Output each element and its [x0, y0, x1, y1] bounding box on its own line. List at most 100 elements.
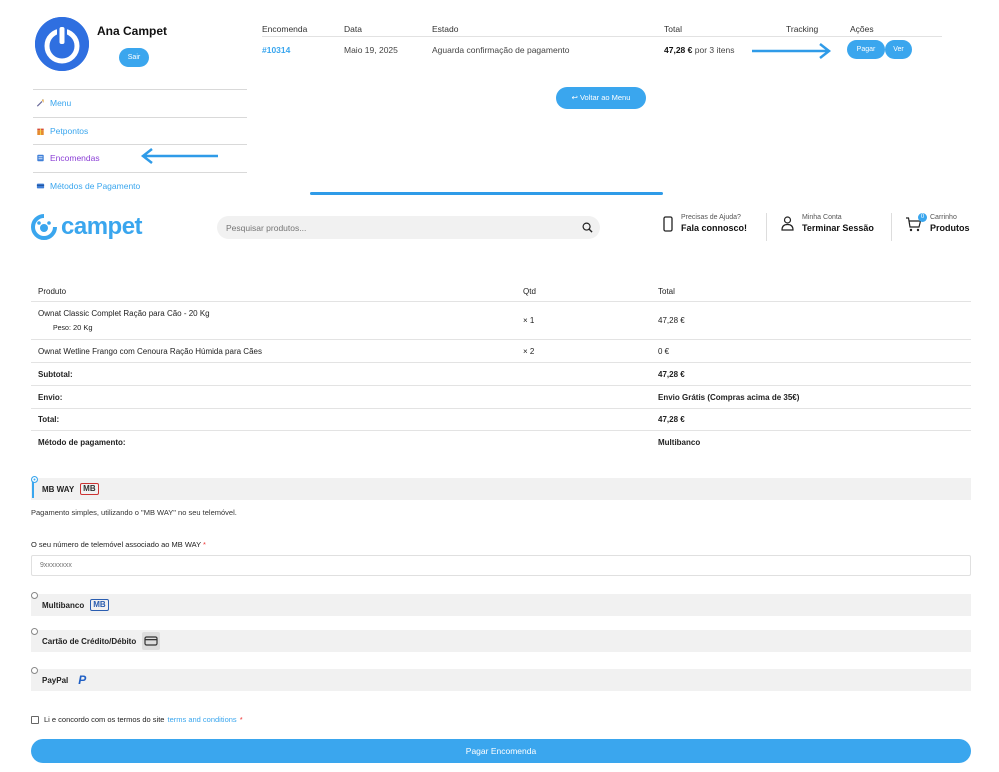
- summary-label: Envio:: [38, 392, 63, 402]
- summary-row-payment-method: Método de pagamento: Multibanco: [31, 431, 971, 453]
- order-status: Aguarda confirmação de pagamento: [432, 45, 570, 55]
- payment-label: Multibanco: [42, 600, 85, 610]
- product-total: 0 €: [658, 346, 670, 356]
- summary-value: Multibanco: [658, 437, 701, 447]
- annotation-arrow-left: [140, 148, 218, 164]
- pay-button[interactable]: Pagar: [847, 40, 885, 59]
- help-contact[interactable]: Precisas de Ajuda? Fala connosco!: [663, 214, 747, 233]
- payment-option-mbway[interactable]: MB WAY MB: [31, 476, 971, 500]
- column-header: Encomenda: [262, 24, 308, 34]
- payment-option-card[interactable]: Cartão de Crédito/Débito: [31, 628, 971, 652]
- summary-value: 47,28 €: [658, 415, 685, 424]
- sidebar-item-petpontos[interactable]: Petpontos: [33, 116, 247, 145]
- payment-label: MB WAY: [42, 484, 75, 494]
- header-separator: [891, 213, 892, 241]
- paypal-logo-icon: P: [78, 673, 87, 687]
- payment-radio-mbway[interactable]: [31, 476, 38, 483]
- sidebar-item-label: Petpontos: [50, 125, 89, 136]
- payment-option-multibanco[interactable]: Multibanco MB: [31, 592, 971, 616]
- paw-logo-icon: [31, 214, 57, 240]
- product-qty: × 1: [523, 316, 535, 325]
- site-logo[interactable]: campet: [31, 213, 143, 241]
- summary-value: 47,28 €: [658, 369, 685, 379]
- payment-radio-paypal[interactable]: [31, 667, 38, 674]
- logout-link: Terminar Sessão: [802, 223, 874, 233]
- account-caption: Minha Conta: [802, 214, 842, 221]
- summary-row-subtotal: Subtotal: 47,28 €: [31, 363, 971, 386]
- order-total-suffix: por 3 itens: [694, 45, 735, 55]
- column-header: Total: [658, 286, 675, 296]
- summary-label: Método de pagamento:: [38, 437, 126, 447]
- search-icon[interactable]: [582, 222, 593, 233]
- help-caption: Precisas de Ajuda?: [681, 214, 741, 221]
- payment-option-paypal[interactable]: PayPal P: [31, 667, 971, 691]
- phone-field-label-text: O seu número de telemóvel associado ao M…: [31, 540, 201, 549]
- sidebar-item-payment-methods[interactable]: Métodos de Pagamento: [33, 171, 247, 200]
- power-icon: [35, 17, 89, 71]
- gift-icon: [37, 128, 44, 135]
- account-link[interactable]: Minha Conta Terminar Sessão: [781, 214, 874, 233]
- header-separator: [766, 213, 767, 241]
- terms-link[interactable]: terms and conditions: [167, 715, 236, 724]
- mbway-logo-icon: MB: [80, 483, 99, 495]
- terms-checkbox[interactable]: [31, 715, 39, 724]
- logo-text: campet: [61, 213, 143, 240]
- table-row: Ownat Classic Complet Ração para Cão - 2…: [31, 302, 971, 340]
- product-meta: Peso: 20 Kg: [38, 323, 523, 332]
- column-header: Data: [344, 24, 362, 34]
- payment-label: PayPal: [42, 675, 69, 685]
- logout-button[interactable]: Sair: [119, 48, 149, 67]
- account-sidebar: Menu Petpontos Encomendas Métodos de Pag…: [33, 89, 247, 199]
- search-input[interactable]: [217, 216, 557, 239]
- order-number-link[interactable]: #10314: [262, 45, 344, 55]
- order-total-amount: 47,28 €: [664, 45, 693, 55]
- product-name: Ownat Wetline Frango com Cenoura Ração H…: [38, 346, 262, 356]
- payment-radio-multibanco[interactable]: [31, 592, 38, 599]
- product-total: 47,28 €: [658, 316, 685, 325]
- table-row: #10314 Maio 19, 2025 Aguarda confirmação…: [262, 37, 942, 63]
- payment-label: Cartão de Crédito/Débito: [42, 636, 137, 646]
- terms-agreement[interactable]: Li e concordo com os termos do site term…: [31, 715, 243, 724]
- payment-radio-card[interactable]: [31, 628, 38, 635]
- orders-table: Encomenda Data Estado Total Tracking Açõ…: [262, 22, 942, 63]
- column-header: Ações: [850, 24, 874, 34]
- phone-field-label: O seu número de telemóvel associado ao M…: [31, 540, 206, 549]
- orders-icon: [37, 155, 44, 162]
- search-bar[interactable]: [217, 216, 600, 239]
- product-name: Ownat Classic Complet Ração para Cão - 2…: [38, 309, 210, 318]
- summary-label: Subtotal:: [38, 369, 73, 379]
- cart-caption: Carrinho: [930, 214, 957, 221]
- orders-table-header: Encomenda Data Estado Total Tracking Açõ…: [262, 22, 942, 37]
- summary-label: Total:: [38, 415, 60, 424]
- product-meta-label: Peso:: [53, 325, 71, 332]
- sidebar-item-menu[interactable]: Menu: [33, 89, 247, 117]
- divider-line: [310, 192, 663, 195]
- annotation-arrow-right: [752, 43, 832, 59]
- product-qty: × 2: [523, 346, 535, 356]
- phone-field[interactable]: [31, 555, 971, 576]
- column-header: Qtd: [523, 286, 536, 296]
- summary-value: Envio Grátis (Compras acima de 35€): [658, 392, 800, 402]
- account-name: Ana Campet: [97, 24, 168, 38]
- sidebar-item-label: Encomendas: [50, 153, 100, 164]
- cart-count-badge: 0: [918, 212, 927, 222]
- cart-link[interactable]: 0 Carrinho Produtos: [905, 212, 970, 233]
- avatar: [35, 17, 89, 71]
- back-to-menu-button[interactable]: ↩ Voltar ao Menu: [556, 87, 646, 109]
- column-header: Estado: [432, 24, 459, 34]
- phone-input[interactable]: [32, 556, 970, 575]
- mbway-description: Pagamento simples, utilizando o "MB WAY"…: [31, 508, 237, 517]
- table-row: Ownat Wetline Frango com Cenoura Ração H…: [31, 340, 971, 363]
- order-details-table: Produto Qtd Total Ownat Classic Complet …: [31, 281, 971, 453]
- column-header: Produto: [38, 286, 67, 296]
- terms-text: Li e concordo com os termos do site: [44, 715, 165, 724]
- credit-card-icon: [142, 632, 161, 650]
- view-button[interactable]: Ver: [885, 40, 912, 59]
- pay-order-button[interactable]: Pagar Encomenda: [31, 739, 971, 763]
- user-icon: [781, 216, 794, 231]
- sidebar-item-label: Menu: [50, 98, 72, 109]
- cart-icon-wrap: 0: [905, 212, 927, 232]
- required-mark: *: [203, 540, 206, 549]
- selected-indicator: [32, 482, 34, 498]
- column-header: Total: [664, 24, 682, 34]
